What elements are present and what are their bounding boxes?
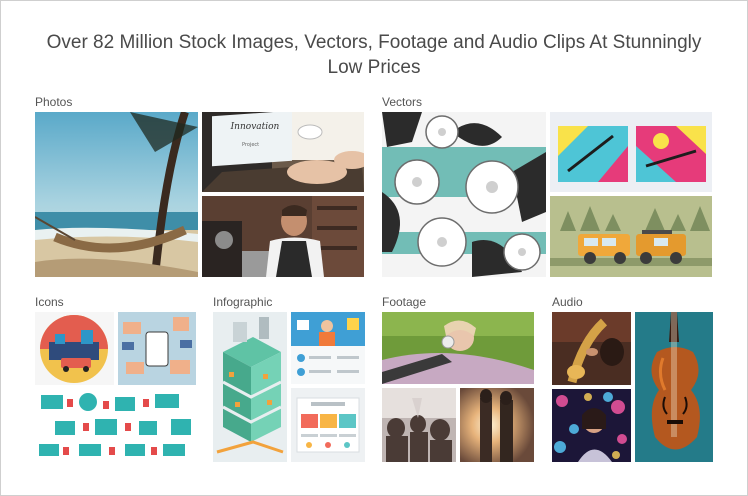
audio-saxophone-thumb[interactable]: [552, 312, 631, 385]
vector-floral-pattern-thumb[interactable]: [382, 112, 546, 277]
photo-laptop-innovation-thumb[interactable]: Innovation Project: [202, 112, 364, 192]
photo-beach-hammock-thumb[interactable]: [35, 112, 198, 277]
icon-travel-circle-thumb[interactable]: [35, 312, 114, 385]
audio-girl-lights-thumb[interactable]: [552, 389, 631, 462]
project-tile-text: Project: [242, 142, 259, 148]
photo-barista-thumb[interactable]: [202, 196, 364, 277]
category-label-audio[interactable]: Audio: [552, 295, 583, 309]
vector-cars-illustration-thumb[interactable]: [550, 196, 712, 277]
infographic-people-teal-thumb[interactable]: [291, 312, 365, 384]
footage-woman-headphones-thumb[interactable]: [382, 312, 534, 384]
infographic-isometric-building-thumb[interactable]: [213, 312, 287, 462]
page-headline: Over 82 Million Stock Images, Vectors, F…: [46, 32, 702, 78]
icon-cinema-pattern-thumb[interactable]: [35, 389, 196, 462]
footage-crowd-thumb[interactable]: [382, 388, 456, 462]
audio-violin-thumb[interactable]: [635, 312, 713, 462]
footage-couple-sunset-thumb[interactable]: [460, 388, 534, 462]
vector-pop-art-cards-thumb[interactable]: [550, 112, 712, 192]
category-label-infographic[interactable]: Infographic: [213, 295, 272, 309]
infographic-banner-steps-thumb[interactable]: [291, 388, 365, 462]
category-label-vectors[interactable]: Vectors: [382, 95, 422, 109]
category-label-photos[interactable]: Photos: [35, 95, 72, 109]
category-label-icons[interactable]: Icons: [35, 295, 64, 309]
category-label-footage[interactable]: Footage: [382, 295, 426, 309]
innovation-tile-text: Innovation: [230, 122, 280, 132]
icon-hands-devices-thumb[interactable]: [118, 312, 196, 385]
